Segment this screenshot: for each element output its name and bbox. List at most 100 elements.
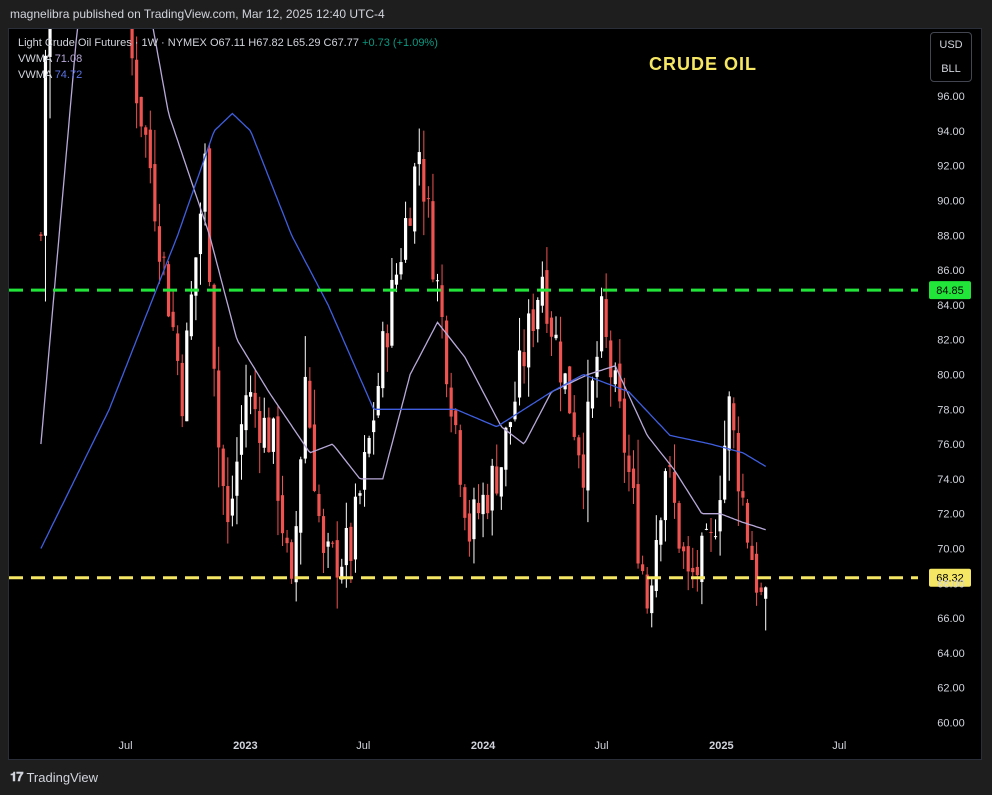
candle-body bbox=[531, 309, 535, 332]
candle-body bbox=[403, 218, 408, 260]
candle-body bbox=[217, 370, 221, 448]
candle-body bbox=[189, 294, 193, 337]
tradingview-logo[interactable]: 𝟏𝟕 TradingView bbox=[10, 769, 98, 785]
candle-body bbox=[727, 396, 731, 451]
candle-body bbox=[449, 387, 453, 417]
candle-body bbox=[290, 542, 294, 579]
x-tick-label: Jul bbox=[119, 740, 133, 752]
y-tick-label: 74.00 bbox=[937, 474, 965, 486]
y-tick-label: 62.00 bbox=[937, 683, 965, 695]
candle-body bbox=[258, 410, 262, 443]
candle-body bbox=[659, 520, 663, 545]
candle-body bbox=[723, 445, 727, 500]
candle-body bbox=[590, 380, 595, 409]
candle-body bbox=[180, 362, 184, 417]
candle-body bbox=[358, 493, 362, 496]
y-tick-label: 94.00 bbox=[937, 126, 965, 138]
candle-body bbox=[558, 341, 563, 383]
candle-body bbox=[244, 395, 248, 431]
candle-body bbox=[504, 427, 508, 470]
y-tick-label: 82.00 bbox=[937, 335, 965, 347]
candle-body bbox=[422, 158, 426, 202]
candle-body bbox=[686, 546, 690, 572]
candle-body bbox=[613, 370, 617, 385]
candle-body bbox=[271, 418, 275, 452]
bottom-bar bbox=[0, 762, 992, 795]
chart-title: CRUDE OIL bbox=[649, 54, 757, 74]
candle-body bbox=[595, 356, 599, 377]
candle-body bbox=[198, 213, 203, 255]
currency-label[interactable]: USD bbox=[931, 33, 971, 57]
candle-body bbox=[445, 320, 449, 385]
candle-body bbox=[212, 284, 216, 369]
candle-body bbox=[230, 498, 234, 516]
candle-body bbox=[604, 299, 608, 337]
candle-body bbox=[672, 471, 677, 503]
candle-body bbox=[280, 495, 285, 534]
x-tick-label: Jul bbox=[832, 740, 846, 752]
candle-body bbox=[622, 398, 626, 453]
price-chart[interactable]: 84.8568.32 96.00 94.00 92.00 90.00 88.00 86.0… bbox=[0, 0, 992, 795]
candle-body bbox=[176, 333, 180, 361]
candle-body bbox=[408, 218, 412, 226]
candle-body bbox=[185, 330, 189, 422]
candle-body bbox=[577, 437, 581, 456]
y-tick-label: 70.00 bbox=[937, 544, 965, 556]
tradingview-brand: TradingView bbox=[26, 769, 99, 785]
candle-body bbox=[317, 494, 321, 516]
candle-body bbox=[394, 274, 399, 285]
candle-body bbox=[335, 540, 339, 578]
candle-body bbox=[171, 311, 175, 328]
candle-body bbox=[572, 412, 576, 437]
candle-body bbox=[381, 331, 385, 389]
candle-body bbox=[413, 166, 417, 232]
y-tick-label: 78.00 bbox=[937, 404, 965, 416]
candle-body bbox=[472, 499, 476, 540]
candle-body bbox=[467, 513, 471, 542]
candle-body bbox=[522, 352, 526, 367]
candle-body bbox=[713, 536, 718, 538]
unit-label[interactable]: BLL bbox=[931, 57, 971, 81]
candle-body bbox=[435, 280, 440, 282]
tradingview-logo-icon: 𝟏𝟕 bbox=[10, 769, 24, 784]
candle-body bbox=[326, 541, 330, 547]
vwma-slow-value: 74.72 bbox=[54, 69, 83, 81]
legend-symbol-row: Light Crude Oil Futures · 1W · NYMEX O67… bbox=[18, 35, 438, 51]
candle-body bbox=[495, 466, 499, 494]
candle-body bbox=[226, 486, 230, 523]
currency-unit-selector[interactable]: USD BLL bbox=[930, 32, 972, 82]
candle-body bbox=[486, 494, 490, 514]
y-tick-label: 88.00 bbox=[937, 230, 965, 242]
candle-body bbox=[700, 535, 704, 583]
candle-body bbox=[732, 403, 736, 431]
chart-legend: Light Crude Oil Futures · 1W · NYMEX O67… bbox=[18, 35, 438, 83]
candle-body bbox=[144, 127, 148, 135]
y-tick-label: 84.00 bbox=[937, 300, 965, 312]
candle-body bbox=[262, 417, 266, 448]
candle-body bbox=[663, 471, 668, 521]
candle-body bbox=[499, 467, 503, 497]
candle-body bbox=[654, 540, 658, 591]
candle-body bbox=[431, 201, 435, 280]
candle-body bbox=[599, 296, 604, 352]
candle-body bbox=[372, 420, 376, 433]
candle-body bbox=[253, 392, 257, 410]
y-tick-label: 80.00 bbox=[937, 370, 965, 382]
legend-vwma-slow-row[interactable]: VWMA 74.72 bbox=[18, 67, 438, 83]
symbol-line[interactable]: Light Crude Oil Futures · 1W · NYMEX bbox=[18, 37, 207, 49]
candle-body bbox=[691, 567, 695, 573]
candle-body bbox=[636, 484, 640, 564]
candle-body bbox=[285, 537, 289, 544]
y-axis: 96.00 94.00 92.00 90.00 88.00 86.00 84.00 82.00… bbox=[937, 91, 965, 729]
candle-body bbox=[476, 502, 481, 514]
candle-body bbox=[736, 432, 740, 492]
x-tick-label: Jul bbox=[356, 740, 370, 752]
candle-body bbox=[153, 164, 157, 222]
legend-vwma-fast-row[interactable]: VWMA 71.08 bbox=[18, 51, 438, 67]
candle-body bbox=[581, 454, 585, 488]
candle-body bbox=[645, 574, 649, 609]
vwma-fast-value: 71.08 bbox=[54, 53, 83, 65]
candle-body bbox=[754, 553, 759, 593]
candle-body bbox=[609, 340, 613, 378]
candle-body bbox=[490, 465, 494, 511]
